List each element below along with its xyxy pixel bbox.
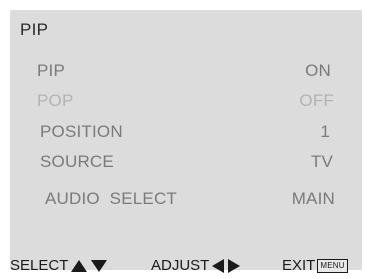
menu-item-label: POSITION [40, 122, 123, 141]
right-arrow-icon [228, 258, 241, 273]
menu-item-label: AUDIO SELECT [45, 189, 178, 208]
up-arrow-icon [71, 259, 88, 272]
menu-item-source[interactable]: SOURCE TV [40, 152, 333, 174]
adjust-hint-label: ADJUST [151, 257, 210, 274]
select-key-hint: SELECT [10, 257, 108, 274]
menu-item-position[interactable]: POSITION 1 [40, 122, 330, 144]
menu-item-pip[interactable]: PIP ON [37, 61, 331, 83]
menu-title: PIP [20, 20, 49, 39]
menu-item-value: MAIN [291, 189, 335, 208]
menu-item-label: POP [37, 91, 74, 110]
menu-item-value: TV [310, 152, 333, 171]
key-guide-bar: SELECT ADJUST EXIT MENU [10, 257, 362, 277]
exit-hint-label: EXIT [282, 257, 316, 274]
menu-item-label: PIP [37, 61, 66, 80]
down-arrow-icon [91, 259, 108, 272]
menu-item-value: OFF [299, 91, 334, 110]
select-hint-label: SELECT [10, 257, 69, 274]
menu-item-value: ON [305, 61, 331, 80]
menu-key-icon: MENU [317, 258, 348, 273]
exit-key-hint: EXIT MENU [282, 257, 348, 274]
adjust-key-hint: ADJUST [151, 257, 241, 274]
menu-item-pop: POP OFF [37, 91, 334, 113]
left-arrow-icon [212, 258, 225, 273]
menu-item-value: 1 [320, 122, 330, 141]
menu-item-label: SOURCE [40, 152, 114, 171]
menu-item-audio-select[interactable]: AUDIO SELECT MAIN [45, 189, 335, 211]
